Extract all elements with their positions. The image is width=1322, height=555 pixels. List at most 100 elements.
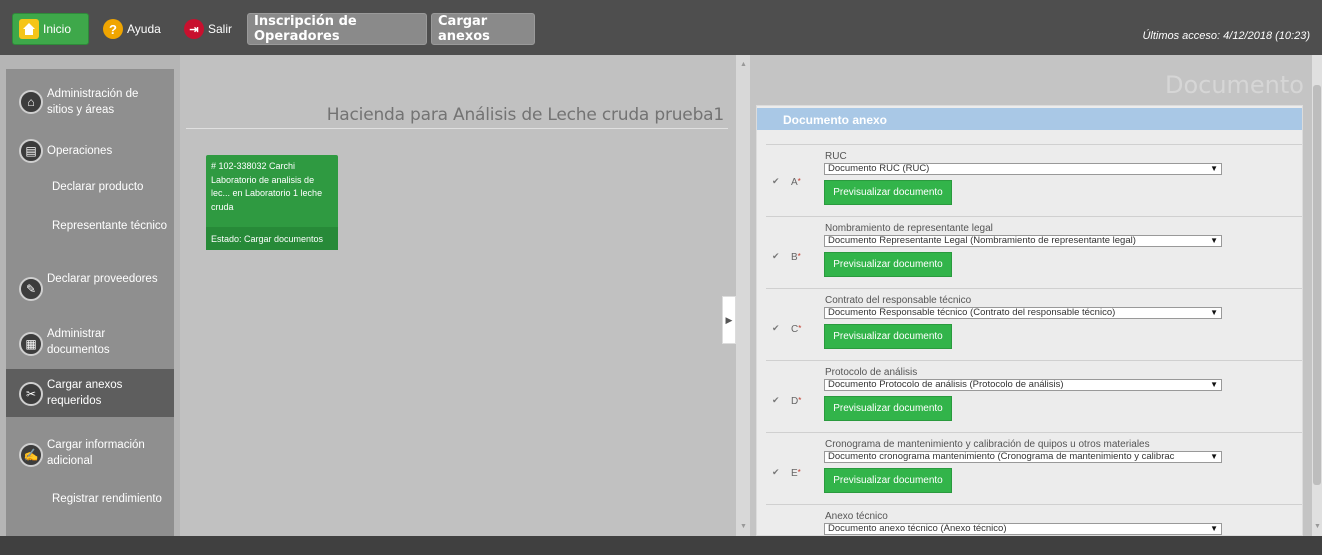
panel-toggle-button[interactable]: ▶ (722, 296, 736, 344)
doc-select[interactable]: Documento RUC (RUC) ▼ (824, 163, 1222, 175)
preview-button[interactable]: Previsualizar documento (824, 468, 952, 493)
bottom-bar (0, 536, 1322, 555)
sidebar-item-label: Declarar proveedores (47, 273, 158, 285)
doc-name: Cronograma de mantenimiento y calibració… (825, 439, 1150, 450)
sidebar-item-label: Cargar información adicional (47, 439, 145, 467)
center-scrollbar[interactable]: ▲ ▼ (736, 55, 750, 536)
check-icon: ✔ (772, 176, 780, 186)
check-icon: ✔ (772, 395, 780, 405)
sidebar-item-representante-tecnico[interactable]: Representante técnico (6, 216, 174, 252)
scroll-down-icon[interactable]: ▼ (1314, 523, 1321, 530)
sidebar-item-cargar-informacion[interactable]: ✍ Cargar información adicional (6, 435, 174, 471)
home-icon (19, 19, 39, 39)
sidebar-item-label: Cargar anexos requeridos (47, 379, 123, 407)
exit-icon: ⇥ (184, 19, 204, 39)
sidebar-item-administrar-documentos[interactable]: ▦ Administrar documentos (6, 324, 174, 360)
document-title: Documento (1164, 71, 1304, 99)
sidebar-item-declarar-producto[interactable]: Declarar producto (6, 175, 174, 199)
title-divider (186, 128, 728, 129)
info-icon: ✍ (19, 443, 43, 467)
salir-button[interactable]: ⇥ Salir (178, 13, 236, 45)
doc-letter: A* (791, 177, 801, 188)
annex-icon: ✂ (19, 382, 43, 406)
sidebar-item-administracion-sitios[interactable]: ⌂ Administración de sitios y áreas (6, 85, 174, 119)
document-row-d: ✔ D* Protocolo de análisis Documento Pro… (766, 360, 1302, 433)
cargar-anexos-button[interactable]: Cargar anexos (431, 13, 535, 45)
sidebar-item-declarar-proveedores[interactable]: ✎ Declarar proveedores (6, 269, 174, 305)
sidebar-item-label: Declarar producto (52, 181, 144, 193)
doc-select[interactable]: Documento Representante Legal (Nombramie… (824, 235, 1222, 247)
dropdown-arrow-icon: ▼ (1210, 452, 1218, 461)
document-panel: Documento Documento anexo ✔ A* RUC Docum… (750, 55, 1312, 536)
preview-button[interactable]: Previsualizar documento (824, 252, 952, 277)
doc-select[interactable]: Documento cronograma mantenimiento (Cron… (824, 451, 1222, 463)
document-annex-panel: Documento anexo ✔ A* RUC Documento RUC (… (756, 105, 1303, 536)
sidebar-item-cargar-anexos[interactable]: ✂ Cargar anexos requeridos (6, 369, 174, 417)
sidebar-item-label: Operaciones (47, 145, 113, 157)
doc-name: RUC (825, 151, 847, 162)
preview-button[interactable]: Previsualizar documento (824, 396, 952, 421)
ayuda-label: Ayuda (127, 22, 161, 36)
dropdown-arrow-icon: ▼ (1210, 380, 1218, 389)
inscripcion-operadores-button[interactable]: Inscripción de Operadores (247, 13, 427, 45)
document-row-c: ✔ C* Contrato del responsable técnico Do… (766, 288, 1302, 361)
center-panel: Hacienda para Análisis de Leche cruda pr… (180, 55, 736, 536)
dropdown-arrow-icon: ▼ (1210, 524, 1218, 533)
card-status: Estado: Cargar documentos (206, 227, 338, 250)
inicio-button[interactable]: Inicio (12, 13, 89, 45)
sidebar-item-label: Registrar rendimiento (52, 493, 162, 505)
arrow-right-icon: ▶ (725, 314, 733, 325)
scroll-up-icon[interactable]: ▲ (740, 61, 747, 68)
doc-letter: E* (791, 468, 801, 479)
last-access-text: Últimos acceso: 4/12/2018 (10:23) (1142, 30, 1310, 42)
panel-title: Documento anexo (783, 113, 888, 127)
inicio-label: Inicio (43, 22, 72, 36)
top-bar: Inicio ? Ayuda ⇥ Salir Inscripción de Op… (0, 0, 1322, 55)
inscripcion-label: Inscripción de Operadores (254, 14, 357, 44)
ayuda-button[interactable]: ? Ayuda (97, 13, 169, 45)
sidebar: ⌂ Administración de sitios y áreas ▤ Ope… (0, 55, 180, 536)
documents-icon: ▦ (19, 332, 43, 356)
dropdown-arrow-icon: ▼ (1210, 308, 1218, 317)
doc-select[interactable]: Documento anexo técnico (Anexo técnico) ▼ (824, 523, 1222, 535)
scroll-down-icon[interactable]: ▼ (740, 523, 747, 530)
providers-icon: ✎ (19, 277, 43, 301)
sites-icon: ⌂ (19, 90, 43, 114)
dropdown-arrow-icon: ▼ (1210, 164, 1218, 173)
preview-button[interactable]: Previsualizar documento (824, 180, 952, 205)
doc-select[interactable]: Documento Protocolo de análisis (Protoco… (824, 379, 1222, 391)
sidebar-menu: ⌂ Administración de sitios y áreas ▤ Ope… (6, 69, 174, 536)
sidebar-item-label: Administrar documentos (47, 328, 110, 356)
sidebar-item-label: Representante técnico (52, 220, 168, 232)
doc-select[interactable]: Documento Responsable técnico (Contrato … (824, 307, 1222, 319)
help-icon: ? (103, 19, 123, 39)
document-row-f: ✔ F* Anexo técnico Documento anexo técni… (766, 504, 1302, 535)
doc-letter: C* (791, 324, 802, 335)
document-scrollbar[interactable]: ▼ (1312, 55, 1322, 536)
salir-label: Salir (208, 22, 233, 36)
doc-name: Protocolo de análisis (825, 367, 918, 378)
document-row-e: ✔ E* Cronograma de mantenimiento y calib… (766, 432, 1302, 505)
operations-icon: ▤ (19, 139, 43, 163)
doc-name: Nombramiento de representante legal (825, 223, 993, 234)
sidebar-item-registrar-rendimiento[interactable]: Registrar rendimiento (6, 489, 174, 525)
document-row-b: ✔ B* Nombramiento de representante legal… (766, 216, 1302, 289)
doc-name: Anexo técnico (825, 511, 888, 522)
document-row-a: ✔ A* RUC Documento RUC (RUC) ▼ Previsuali… (766, 144, 1302, 217)
panel-header: Documento anexo (757, 108, 1302, 130)
cargar-anexos-label: Cargar anexos (438, 14, 490, 44)
doc-letter: D* (791, 396, 802, 407)
dropdown-arrow-icon: ▼ (1210, 236, 1218, 245)
sidebar-item-label: Administración de sitios y áreas (47, 88, 139, 116)
doc-letter: B* (791, 252, 801, 263)
scroll-thumb[interactable] (1313, 85, 1321, 485)
page-title: Hacienda para Análisis de Leche cruda pr… (326, 105, 724, 125)
sidebar-item-operaciones[interactable]: ▤ Operaciones (6, 137, 174, 165)
check-icon: ✔ (772, 323, 780, 333)
preview-button[interactable]: Previsualizar documento (824, 324, 952, 349)
operator-card[interactable]: # 102-338032 Carchi Laboratorio de anali… (206, 155, 338, 250)
doc-name: Contrato del responsable técnico (825, 295, 972, 306)
check-icon: ✔ (772, 251, 780, 261)
card-text: # 102-338032 Carchi Laboratorio de anali… (211, 161, 323, 212)
check-icon: ✔ (772, 467, 780, 477)
